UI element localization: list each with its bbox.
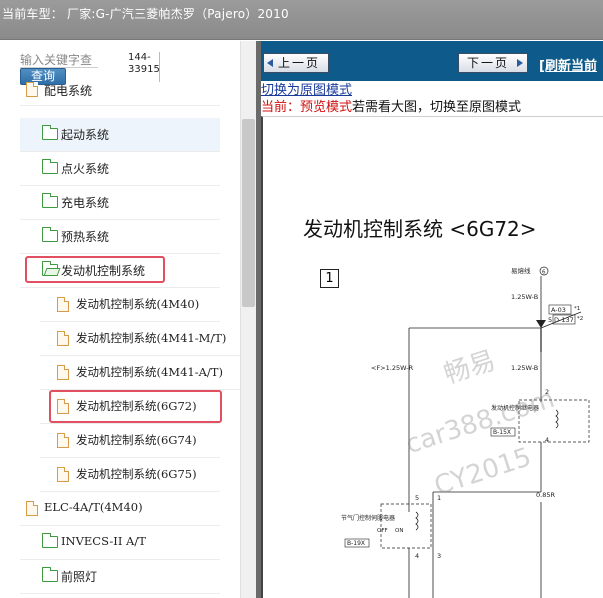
relay-coil bbox=[415, 511, 419, 531]
highlight-box bbox=[49, 390, 222, 423]
fuse-number: 6 bbox=[542, 270, 546, 276]
tree-item-charging-system[interactable]: 充电系统 bbox=[20, 186, 220, 220]
diagram-image: 发动机控制系统 <6G72> 1 易熔线 6 1.25W-B A-03 *1 5… bbox=[261, 116, 603, 598]
folder-icon bbox=[42, 125, 58, 140]
wire-label: 1.25W-B bbox=[511, 364, 538, 372]
folder-icon bbox=[42, 193, 58, 208]
view-mode-status: 当前：预览模式若需看大图，切换至原图模式 bbox=[261, 96, 521, 115]
tree-item-engine-4m41-at[interactable]: 发动机控制系统(4M41-A/T) bbox=[40, 356, 240, 390]
tree-item-label: 发动机控制系统(4M41-A/T) bbox=[76, 365, 223, 379]
prev-page-button[interactable]: 上一页 bbox=[263, 53, 329, 73]
folder-icon bbox=[42, 533, 58, 548]
connector-note: *1 bbox=[574, 306, 580, 312]
tree-item-elc-4at[interactable]: ELC-4A/T(4M40) bbox=[20, 492, 220, 526]
tree-item-label: 起动系统 bbox=[61, 128, 110, 142]
current-vehicle-title: 当前车型： 厂家:G-广汽三菱帕杰罗（Pajero）2010 bbox=[2, 7, 289, 21]
tree-item-label: 发动机控制系统(4M40) bbox=[76, 297, 200, 311]
file-icon bbox=[57, 297, 69, 312]
tree-item-label: 充电系统 bbox=[61, 196, 110, 210]
switch-label: OFF bbox=[377, 528, 388, 534]
status-prefix: 当前：预览模式 bbox=[261, 100, 353, 115]
file-icon bbox=[57, 433, 69, 448]
wire-label: <F>1.25W-R bbox=[371, 364, 414, 372]
document-title: 发动机控制系统 <6G72> bbox=[303, 217, 537, 241]
connector-label: A-03 bbox=[551, 306, 566, 314]
pin-label: 4 bbox=[545, 436, 549, 444]
connector-note: *2 bbox=[577, 316, 583, 322]
tree-item-invecs[interactable]: INVECS-II A/T bbox=[20, 526, 220, 560]
tree-item-label: 配电系统 bbox=[44, 84, 93, 98]
file-icon bbox=[57, 467, 69, 482]
connector-label: D-137 bbox=[554, 316, 574, 324]
arrow-left-icon bbox=[267, 59, 273, 67]
diagram-section-number: 1 bbox=[320, 269, 339, 288]
top-header: 当前车型： 厂家:G-广汽三菱帕杰罗（Pajero）2010 bbox=[0, 0, 603, 40]
highlight-box bbox=[25, 256, 165, 283]
next-page-button[interactable]: 下一页 bbox=[458, 53, 528, 73]
pin-label: 5 bbox=[548, 316, 552, 324]
status-suffix: 若需看大图，切换至原图模式 bbox=[352, 100, 522, 115]
tree-item-label: 发动机控制系统(6G74) bbox=[76, 433, 197, 447]
scrollbar-thumb[interactable] bbox=[242, 119, 255, 307]
left-panel: 查询 144-33915 配电系统 起动系统 点火系统 充电系统 预热系统 bbox=[0, 41, 256, 598]
tree-item-starting-system[interactable]: 起动系统 bbox=[20, 118, 220, 152]
viewer-panel: 上一页 下一页 [刷新当前 切换为原图模式 当前：预览模式若需看大图，切换至原图… bbox=[261, 41, 603, 598]
tree-item-engine-4m40[interactable]: 发动机控制系统(4M40) bbox=[40, 288, 220, 322]
tree-item-ignition-system[interactable]: 点火系统 bbox=[20, 152, 220, 186]
pin-label: 4 bbox=[415, 552, 419, 560]
connector-label: B-19X bbox=[347, 540, 365, 547]
switch-label: ON bbox=[395, 528, 403, 534]
relay-box bbox=[380, 503, 432, 549]
tree-item-label: ELC-4A/T(4M40) bbox=[44, 500, 143, 514]
search-input[interactable] bbox=[20, 52, 98, 68]
viewer-toolbar: 上一页 下一页 [刷新当前 bbox=[261, 41, 603, 81]
file-icon bbox=[57, 365, 69, 380]
tree-item-headlamp[interactable]: 前照灯 bbox=[20, 560, 220, 594]
tree-item-label: 发动机控制系统(4M41-M/T) bbox=[76, 331, 227, 345]
relay-label: 节气门控制伺服电器 bbox=[341, 514, 395, 522]
refresh-link[interactable]: [刷新当前 bbox=[539, 55, 597, 74]
fuse-label: 易熔线 bbox=[511, 266, 531, 275]
arrow-right-icon bbox=[517, 59, 523, 67]
pin-label: 5 bbox=[415, 494, 419, 502]
tree-item-engine-4m41-mt[interactable]: 发动机控制系统(4M41-M/T) bbox=[40, 322, 240, 356]
tree-item-label: 点火系统 bbox=[61, 162, 110, 176]
file-icon bbox=[57, 331, 69, 346]
file-icon bbox=[26, 501, 38, 516]
tree-scrollbar[interactable] bbox=[240, 41, 256, 598]
pin-label: 3 bbox=[437, 552, 441, 560]
tree-item-label: INVECS-II A/T bbox=[61, 534, 146, 548]
wire-label: 1.25W-B bbox=[511, 293, 538, 301]
tree-item-engine-6g74[interactable]: 发动机控制系统(6G74) bbox=[40, 424, 220, 458]
tree-item-label: 发动机控制系统(6G75) bbox=[76, 467, 197, 481]
tree-item-label: 前照灯 bbox=[61, 570, 98, 584]
tree-item-preheat-system[interactable]: 预热系统 bbox=[20, 220, 220, 254]
folder-icon bbox=[42, 567, 58, 582]
folder-icon bbox=[42, 227, 58, 242]
file-icon bbox=[26, 82, 38, 97]
tree-item-engine-6g75[interactable]: 发动机控制系统(6G75) bbox=[40, 458, 220, 492]
tree-item-label: 预热系统 bbox=[61, 230, 110, 244]
folder-icon bbox=[42, 159, 58, 174]
tree-item-power-distribution[interactable]: 配电系统 bbox=[20, 72, 220, 106]
